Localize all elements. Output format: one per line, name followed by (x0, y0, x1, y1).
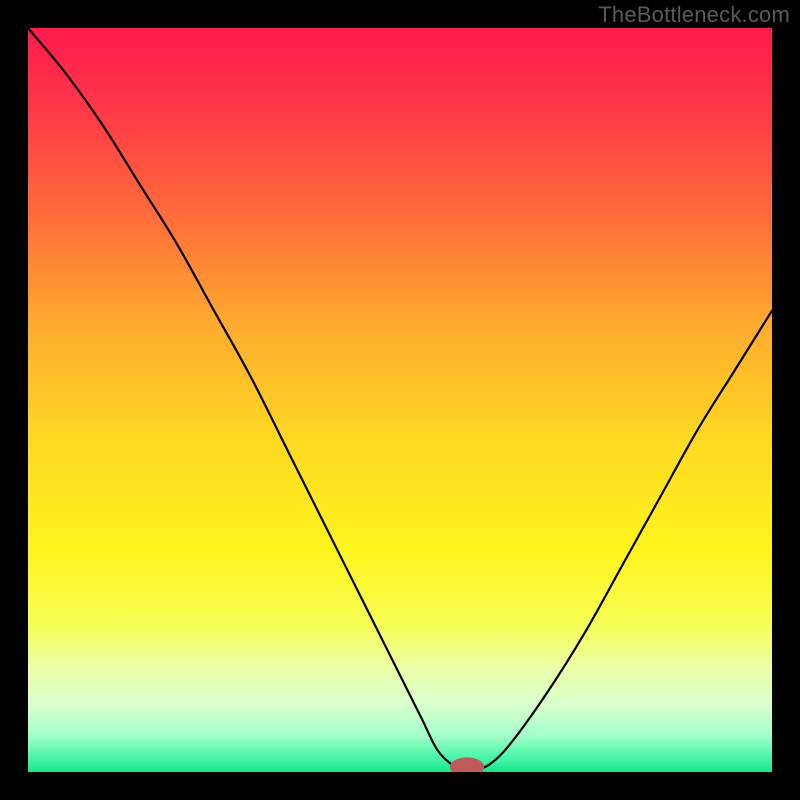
watermark-text: TheBottleneck.com (598, 2, 790, 28)
chart-frame: TheBottleneck.com (0, 0, 800, 800)
plot-svg (28, 28, 772, 772)
gradient-background (28, 28, 772, 772)
plot-area (28, 28, 772, 772)
